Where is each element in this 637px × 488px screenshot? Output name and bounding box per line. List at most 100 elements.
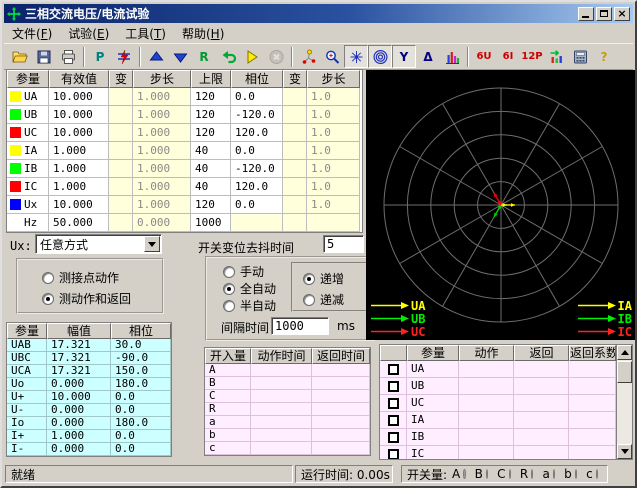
param-cell[interactable]: 120 [191,196,231,214]
sequence-button[interactable] [544,45,568,68]
param-cell[interactable]: 40 [191,178,231,196]
debounce-input[interactable] [323,235,364,253]
undo-button[interactable] [216,45,240,68]
close-button[interactable]: × [614,7,630,21]
param-cell[interactable] [283,196,307,214]
param-cell[interactable]: 1.0 [307,106,360,124]
test-mode-option-2[interactable]: 测动作和返回 [42,290,131,307]
checkbox-IC[interactable] [388,449,399,460]
ux-mode-select[interactable]: 任意方式 [35,234,162,254]
open-button[interactable] [8,45,32,68]
delta-connection-button[interactable]: Δ [416,45,440,68]
param-cell[interactable]: 1.0 [307,142,360,160]
param-cell[interactable]: 1.0 [307,160,360,178]
radio-test-mode-1[interactable] [42,272,54,284]
help-button[interactable]: ? [592,45,616,68]
print-button[interactable] [56,45,80,68]
step-down-button[interactable] [168,45,192,68]
param-cell[interactable] [109,196,133,214]
param-cell[interactable]: 120.0 [231,124,283,142]
checkbox-UC[interactable] [388,398,399,409]
param-cell[interactable]: 50.000 [49,214,109,232]
checkbox-IB[interactable] [388,432,399,443]
scroll-up-button[interactable] [617,345,632,360]
direction-option-1[interactable]: 递增 [303,270,344,287]
reset-button[interactable]: R [192,45,216,68]
param-cell[interactable]: 40 [191,142,231,160]
zoom-button[interactable] [320,45,344,68]
twelve-p-button[interactable]: 12P [520,45,544,68]
checkbox-UA[interactable] [388,364,399,375]
parameter-button[interactable]: P [88,45,112,68]
param-cell[interactable]: 1.000 [133,160,191,178]
control-mode-option-3[interactable]: 半自动 [223,297,276,314]
param-cell[interactable]: 10.000 [49,124,109,142]
param-cell[interactable]: 10.000 [49,196,109,214]
start-button[interactable] [240,45,264,68]
param-cell[interactable]: 0.0 [231,88,283,106]
param-cell[interactable] [283,124,307,142]
step-up-button[interactable] [144,45,168,68]
param-cell[interactable] [109,106,133,124]
param-cell[interactable]: 1.000 [49,142,109,160]
six-i-button[interactable]: 6I [496,45,520,68]
param-cell[interactable] [231,214,283,232]
param-cell[interactable]: -120.0 [231,160,283,178]
six-u-button[interactable]: 6U [472,45,496,68]
control-mode-option-1[interactable]: 手动 [223,263,264,280]
radio-direction-1[interactable] [303,273,315,285]
param-cell[interactable]: 1.000 [49,160,109,178]
control-mode-option-2[interactable]: 全自动 [223,280,276,297]
menu-item-T[interactable]: 工具(T) [117,24,174,43]
param-cell[interactable] [283,160,307,178]
param-cell[interactable]: 1.000 [133,106,191,124]
test-mode-option-1[interactable]: 测接点动作 [42,269,119,286]
param-cell[interactable]: 1.000 [133,196,191,214]
param-cell[interactable]: 10.000 [49,88,109,106]
rings-view-button[interactable] [368,45,392,68]
polar-grid-button[interactable] [344,45,368,68]
phase-source-button[interactable] [112,45,136,68]
param-cell[interactable]: 1.0 [307,178,360,196]
param-cell[interactable]: 10.000 [49,106,109,124]
param-cell[interactable]: 120 [191,124,231,142]
vector-diagram-button[interactable] [296,45,320,68]
param-cell[interactable] [307,214,360,232]
ux-mode-dropdown-button[interactable] [144,236,160,252]
param-cell[interactable]: 1.000 [133,124,191,142]
checkbox-UB[interactable] [388,381,399,392]
param-cell[interactable] [109,88,133,106]
menu-item-H[interactable]: 帮助(H) [174,24,232,43]
radio-control-mode-3[interactable] [223,300,235,312]
save-button[interactable] [32,45,56,68]
param-cell[interactable]: 1.0 [307,88,360,106]
param-cell[interactable] [109,160,133,178]
param-cell[interactable] [283,178,307,196]
direction-option-2[interactable]: 递减 [303,291,344,308]
result-table-scrollbar[interactable] [616,345,632,459]
param-cell[interactable]: 40 [191,160,231,178]
radio-control-mode-2[interactable] [223,283,235,295]
calculator-button[interactable] [568,45,592,68]
scrollbar-thumb[interactable] [617,361,632,383]
param-cell[interactable] [283,142,307,160]
scroll-down-button[interactable] [617,444,632,459]
minimize-button[interactable] [578,7,594,21]
bar-view-button[interactable] [440,45,464,68]
param-cell[interactable]: 1.000 [133,142,191,160]
maximize-button[interactable] [596,7,612,21]
checkbox-IA[interactable] [388,415,399,426]
param-cell[interactable]: 1000 [191,214,231,232]
radio-test-mode-2[interactable] [42,293,54,305]
param-cell[interactable]: 1.000 [133,88,191,106]
param-cell[interactable] [283,88,307,106]
param-cell[interactable]: 1.000 [49,178,109,196]
param-cell[interactable]: 1.0 [307,124,360,142]
menu-item-F[interactable]: 文件(F) [4,24,60,43]
param-cell[interactable]: 0.0 [231,142,283,160]
param-cell[interactable] [109,124,133,142]
param-cell[interactable]: 1.0 [307,196,360,214]
menu-item-E[interactable]: 试验(E) [60,24,117,43]
param-cell[interactable] [109,214,133,232]
param-cell[interactable]: 0.0 [231,196,283,214]
